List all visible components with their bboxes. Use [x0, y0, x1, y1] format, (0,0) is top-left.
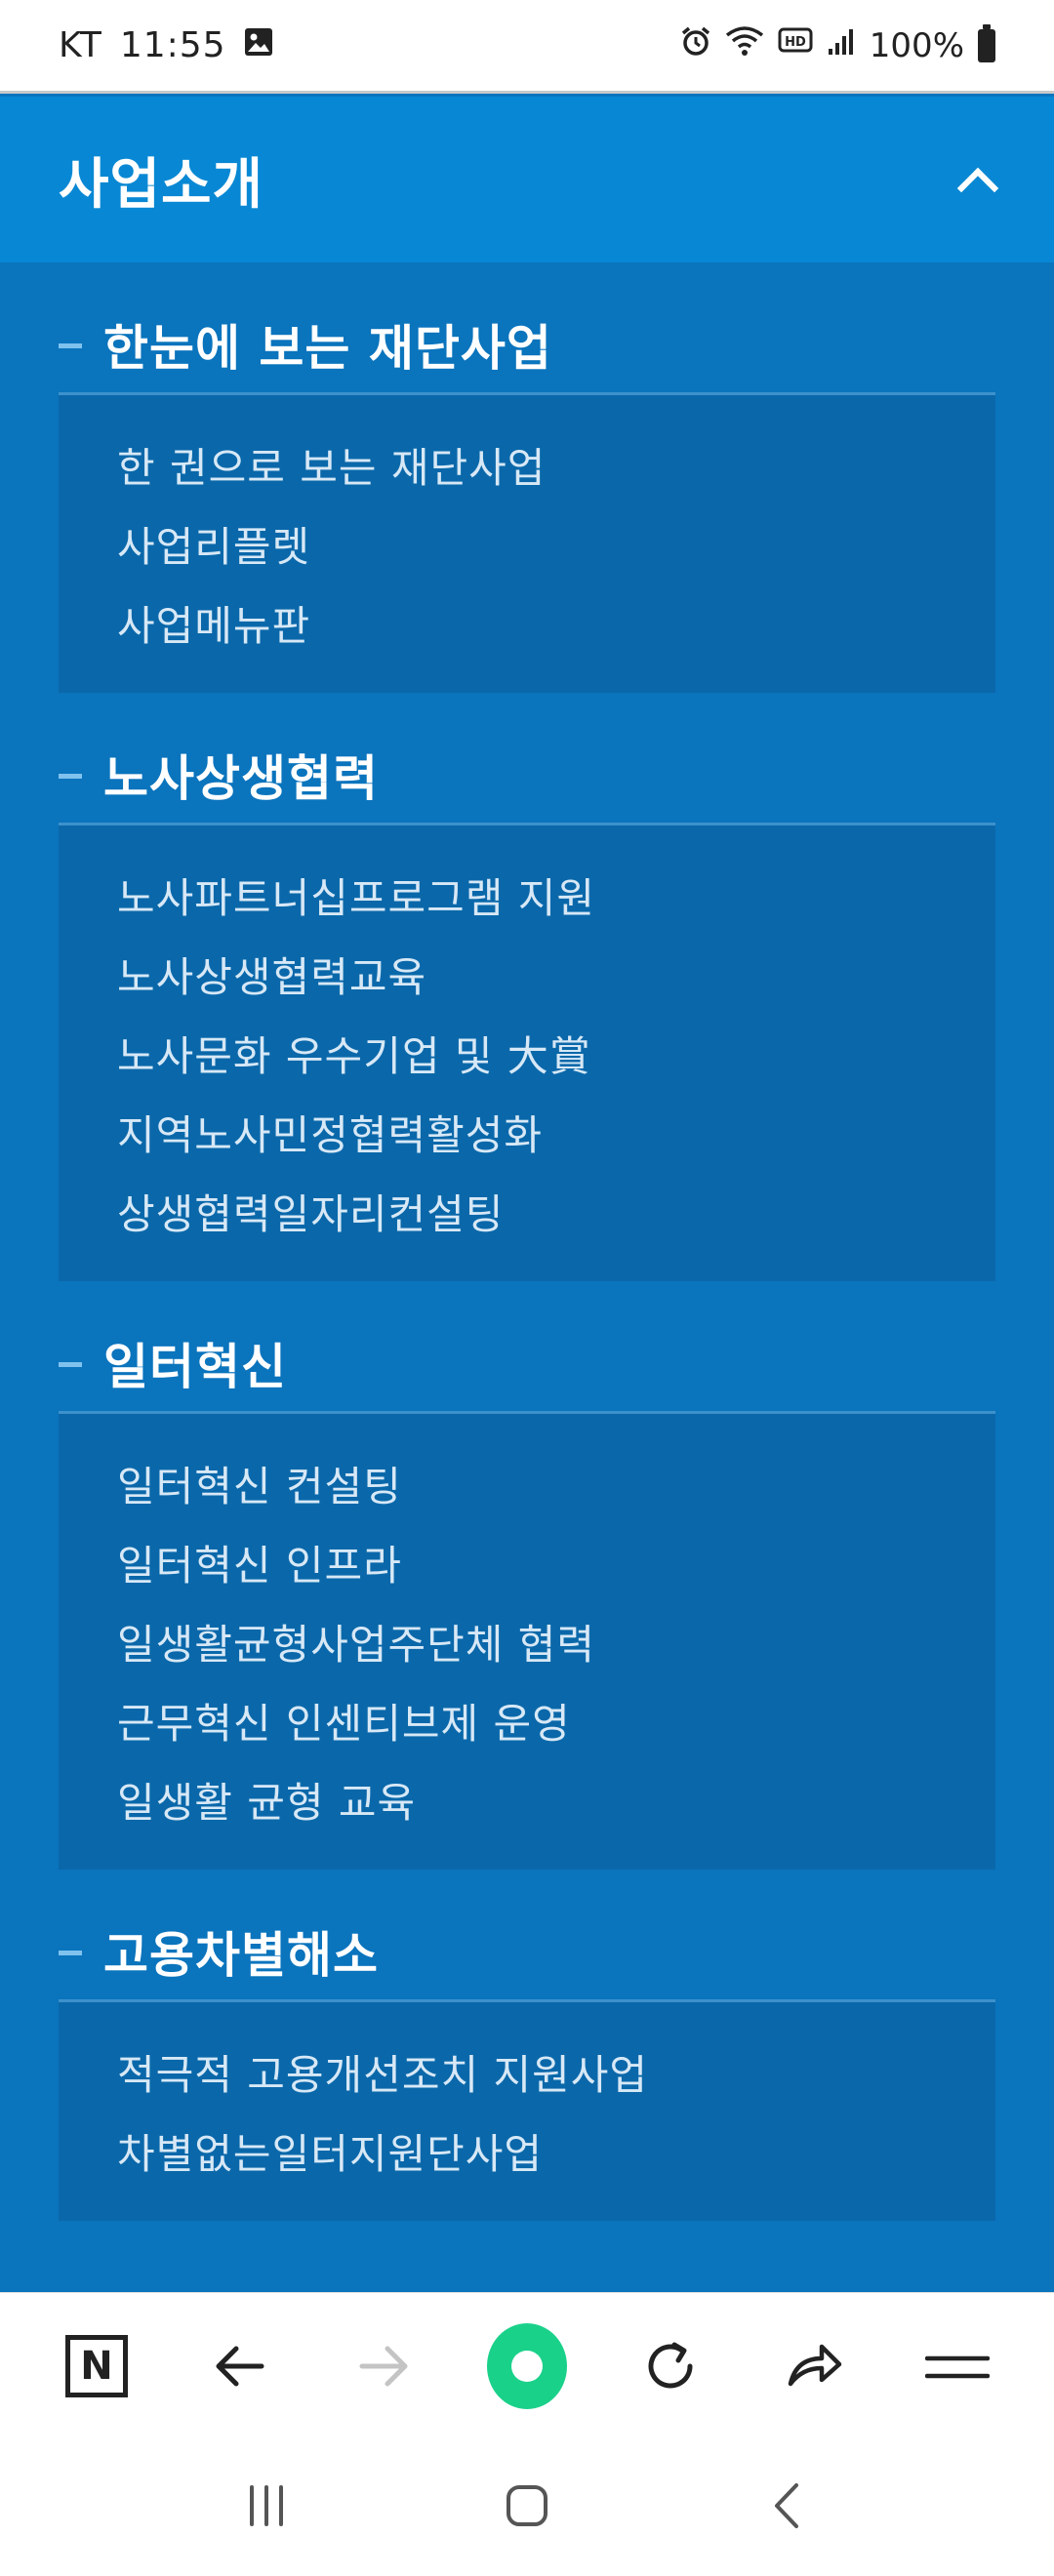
- battery-icon: [978, 23, 995, 62]
- submenu-list: 일터혁신 컨설팅 일터혁신 인프라 일생활균형사업주단체 협력 근무혁신 인센티브제 …: [59, 1414, 995, 1870]
- gallery-notification-icon: [244, 25, 273, 65]
- submenu-item[interactable]: 일생활균형사업주단체 협력: [117, 1605, 995, 1684]
- submenu-item[interactable]: 상생협력일자리컨설팅: [117, 1175, 995, 1254]
- submenu-list: 한 권으로 보는 재단사업 사업리플렛 사업메뉴판: [59, 395, 995, 693]
- menu-content: 한눈에 보는 재단사업 한 권으로 보는 재단사업 사업리플렛 사업메뉴판 노사상생협력…: [0, 262, 1054, 2292]
- browser-toolbar: N: [0, 2292, 1054, 2438]
- back-arrow-icon[interactable]: [200, 2326, 280, 2406]
- back-icon[interactable]: [763, 2481, 812, 2534]
- submenu-item[interactable]: 일터혁신 컨설팅: [117, 1447, 995, 1526]
- home-dot-icon: [487, 2322, 567, 2409]
- carrier-label: KT: [59, 25, 102, 65]
- hd-voice-icon: HD: [778, 26, 813, 65]
- dash-icon: [59, 343, 82, 348]
- section-header[interactable]: 일터혁신: [59, 1281, 995, 1414]
- status-left: KT 11:55: [59, 25, 273, 65]
- refresh-icon[interactable]: [630, 2326, 710, 2406]
- submenu-item[interactable]: 일터혁신 인프라: [117, 1526, 995, 1605]
- battery-percent: 100%: [869, 25, 964, 65]
- dash-icon: [59, 1362, 82, 1367]
- menu-icon[interactable]: [917, 2326, 997, 2406]
- submenu-item[interactable]: 일생활 균형 교육: [117, 1763, 995, 1842]
- home-icon[interactable]: [503, 2481, 551, 2534]
- submenu-item[interactable]: 노사상생협력교육: [117, 938, 995, 1017]
- dash-icon: [59, 1951, 82, 1955]
- section-header[interactable]: 노사상생협력: [59, 693, 995, 825]
- svg-text:HD: HD: [785, 35, 806, 50]
- home-button[interactable]: [487, 2322, 567, 2409]
- submenu-item[interactable]: 지역노사민정협력활성화: [117, 1096, 995, 1175]
- alarm-icon: [680, 25, 711, 65]
- section-title: 노사상생협력: [103, 749, 379, 807]
- forward-arrow-icon[interactable]: [344, 2326, 424, 2406]
- submenu-item[interactable]: 근무혁신 인센티브제 운영: [117, 1684, 995, 1763]
- submenu-item[interactable]: 사업리플렛: [117, 507, 995, 586]
- share-icon[interactable]: [774, 2326, 854, 2406]
- submenu-item[interactable]: 차별없는일터지원단사업: [117, 2114, 995, 2194]
- menu-header[interactable]: 사업소개: [0, 97, 1054, 262]
- clock: 11:55: [119, 25, 226, 65]
- submenu-item[interactable]: 사업메뉴판: [117, 586, 995, 665]
- chevron-up-icon[interactable]: [956, 160, 995, 199]
- naver-n-icon[interactable]: N: [57, 2326, 137, 2406]
- submenu-list: 노사파트너십프로그램 지원 노사상생협력교육 노사문화 우수기업 및 大賞 지역노사민…: [59, 825, 995, 1281]
- naver-n-label: N: [65, 2334, 128, 2397]
- section-title: 고용차별해소: [103, 1926, 379, 1984]
- menu-section: 노사상생협력노사파트너십프로그램 지원 노사상생협력교육 노사문화 우수기업 및 大…: [59, 693, 995, 1281]
- menu-section: 고용차별해소적극적 고용개선조치 지원사업 차별없는일터지원단사업: [59, 1870, 995, 2221]
- wifi-icon: [725, 25, 764, 65]
- submenu-item[interactable]: 노사문화 우수기업 및 大賞: [117, 1017, 995, 1096]
- section-header[interactable]: 고용차별해소: [59, 1870, 995, 2002]
- menu-section: 한눈에 보는 재단사업한 권으로 보는 재단사업 사업리플렛 사업메뉴판: [59, 262, 995, 693]
- system-nav-bar: [0, 2438, 1054, 2576]
- section-title: 일터혁신: [103, 1338, 287, 1395]
- menu-section: 일터혁신일터혁신 컨설팅 일터혁신 인프라 일생활균형사업주단체 협력 근무혁신 인센…: [59, 1281, 995, 1870]
- dash-icon: [59, 774, 82, 779]
- signal-icon: [827, 26, 856, 65]
- recent-apps-icon[interactable]: [242, 2481, 291, 2534]
- submenu-item[interactable]: 노사파트너십프로그램 지원: [117, 859, 995, 938]
- submenu-list: 적극적 고용개선조치 지원사업 차별없는일터지원단사업: [59, 2002, 995, 2221]
- submenu-item[interactable]: 적극적 고용개선조치 지원사업: [117, 2035, 995, 2114]
- status-bar: KT 11:55 HD 100%: [0, 0, 1054, 94]
- section-title: 한눈에 보는 재단사업: [103, 319, 552, 377]
- header-title: 사업소개: [59, 152, 264, 217]
- section-header[interactable]: 한눈에 보는 재단사업: [59, 262, 995, 395]
- status-right: HD 100%: [680, 23, 995, 65]
- submenu-item[interactable]: 한 권으로 보는 재단사업: [117, 428, 995, 507]
